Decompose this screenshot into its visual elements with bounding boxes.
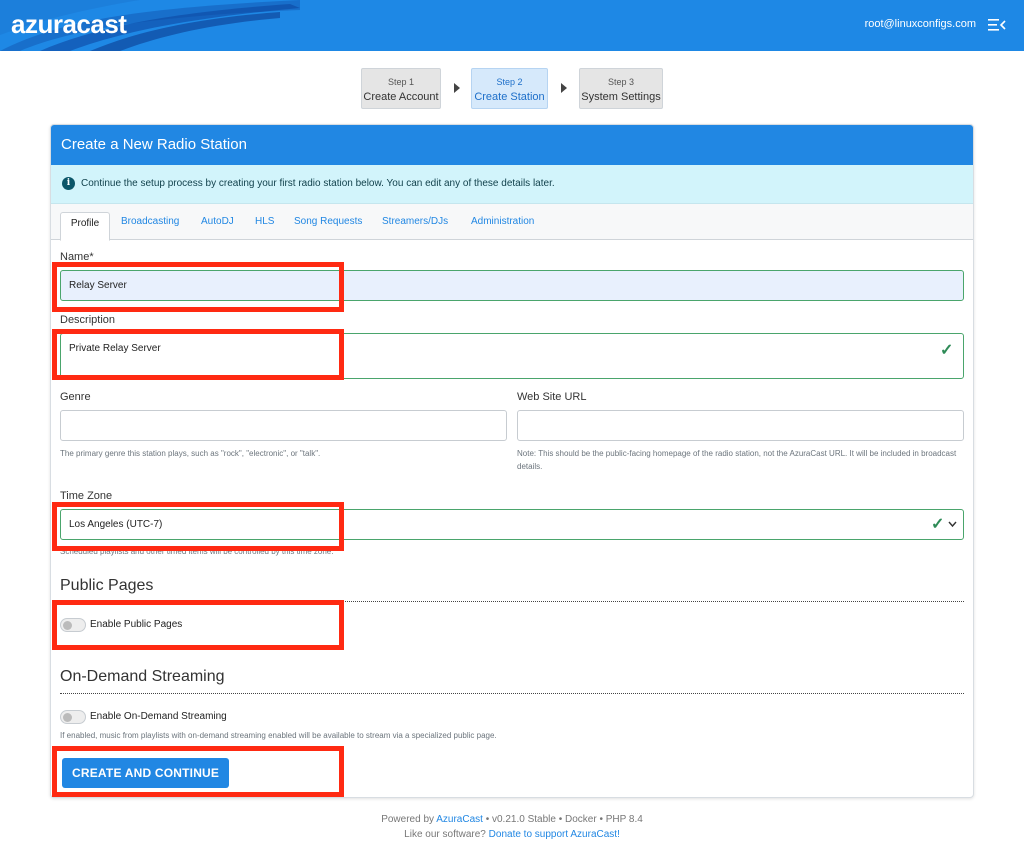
step-number: Step 3 bbox=[607, 77, 635, 87]
highlight-box bbox=[52, 600, 344, 650]
tab-administration[interactable]: Administration bbox=[471, 216, 534, 227]
form-tabs: Profile Broadcasting AutoDJ HLS Song Req… bbox=[51, 204, 973, 241]
public-pages-heading: Public Pages bbox=[60, 577, 154, 594]
website-label: Web Site URL bbox=[517, 391, 587, 403]
section-divider bbox=[60, 693, 964, 694]
tab-streamers-djs[interactable]: Streamers/DJs bbox=[382, 216, 448, 227]
azuracast-link[interactable]: AzuraCast bbox=[436, 814, 483, 825]
step-system-settings[interactable]: Step 3 System Settings bbox=[579, 68, 663, 109]
tab-broadcasting[interactable]: Broadcasting bbox=[121, 216, 179, 227]
step-name: System Settings bbox=[581, 91, 661, 103]
azuracast-logo[interactable]: azuracast bbox=[11, 9, 127, 40]
description-label: Description bbox=[60, 314, 116, 326]
menu-collapse-icon[interactable] bbox=[988, 17, 1006, 33]
highlight-box bbox=[52, 329, 344, 380]
tab-autodj[interactable]: AutoDJ bbox=[201, 216, 234, 227]
setup-steps: Step 1 Create Account Step 2 Create Stat… bbox=[0, 68, 1024, 110]
tab-profile[interactable]: Profile bbox=[60, 212, 110, 241]
valid-check-icon: ✓ bbox=[940, 342, 954, 359]
tab-song-requests[interactable]: Song Requests bbox=[294, 216, 362, 227]
top-navbar: azuracast root@linuxconfigs.com bbox=[0, 0, 1024, 51]
donate-link[interactable]: Donate to support AzuraCast! bbox=[489, 829, 620, 840]
arrow-right-icon bbox=[561, 83, 567, 93]
info-icon: i bbox=[62, 177, 75, 190]
create-station-card: Create a New Radio Station i Continue th… bbox=[50, 124, 974, 798]
website-input[interactable] bbox=[517, 410, 964, 441]
genre-input[interactable] bbox=[60, 410, 507, 441]
info-alert: i Continue the setup process by creating… bbox=[51, 165, 973, 204]
version-info: • v0.21.0 Stable • Docker • PHP 8.4 bbox=[485, 814, 643, 825]
highlight-box bbox=[52, 746, 344, 797]
tab-hls[interactable]: HLS bbox=[255, 216, 274, 227]
card-title: Create a New Radio Station bbox=[51, 125, 973, 165]
highlight-box bbox=[52, 262, 344, 312]
step-name: Create Account bbox=[363, 91, 439, 103]
info-text: Continue the setup process by creating y… bbox=[81, 178, 555, 189]
like-text: Like our software? bbox=[404, 829, 486, 840]
page-footer: Powered by AzuraCast • v0.21.0 Stable • … bbox=[0, 812, 1024, 842]
on-demand-toggle-label[interactable]: Enable On-Demand Streaming bbox=[90, 711, 227, 722]
genre-label: Genre bbox=[60, 391, 91, 403]
on-demand-heading: On-Demand Streaming bbox=[60, 668, 225, 685]
arrow-right-icon bbox=[454, 83, 460, 93]
highlight-box bbox=[52, 502, 344, 551]
step-create-station[interactable]: Step 2 Create Station bbox=[471, 68, 548, 109]
website-help: Note: This should be the public-facing h… bbox=[517, 449, 957, 471]
step-number: Step 2 bbox=[496, 77, 523, 87]
genre-help: The primary genre this station plays, su… bbox=[60, 449, 321, 458]
step-create-account[interactable]: Step 1 Create Account bbox=[361, 68, 441, 109]
user-email[interactable]: root@linuxconfigs.com bbox=[865, 18, 976, 30]
step-number: Step 1 bbox=[387, 77, 415, 87]
powered-by-text: Powered by bbox=[381, 814, 435, 825]
on-demand-help: If enabled, music from playlists with on… bbox=[60, 731, 497, 740]
on-demand-toggle[interactable] bbox=[60, 710, 86, 724]
step-name: Create Station bbox=[474, 91, 545, 103]
valid-check-icon: ✓ bbox=[931, 516, 945, 533]
chevron-down-icon bbox=[948, 521, 957, 528]
timezone-label: Time Zone bbox=[60, 490, 113, 502]
